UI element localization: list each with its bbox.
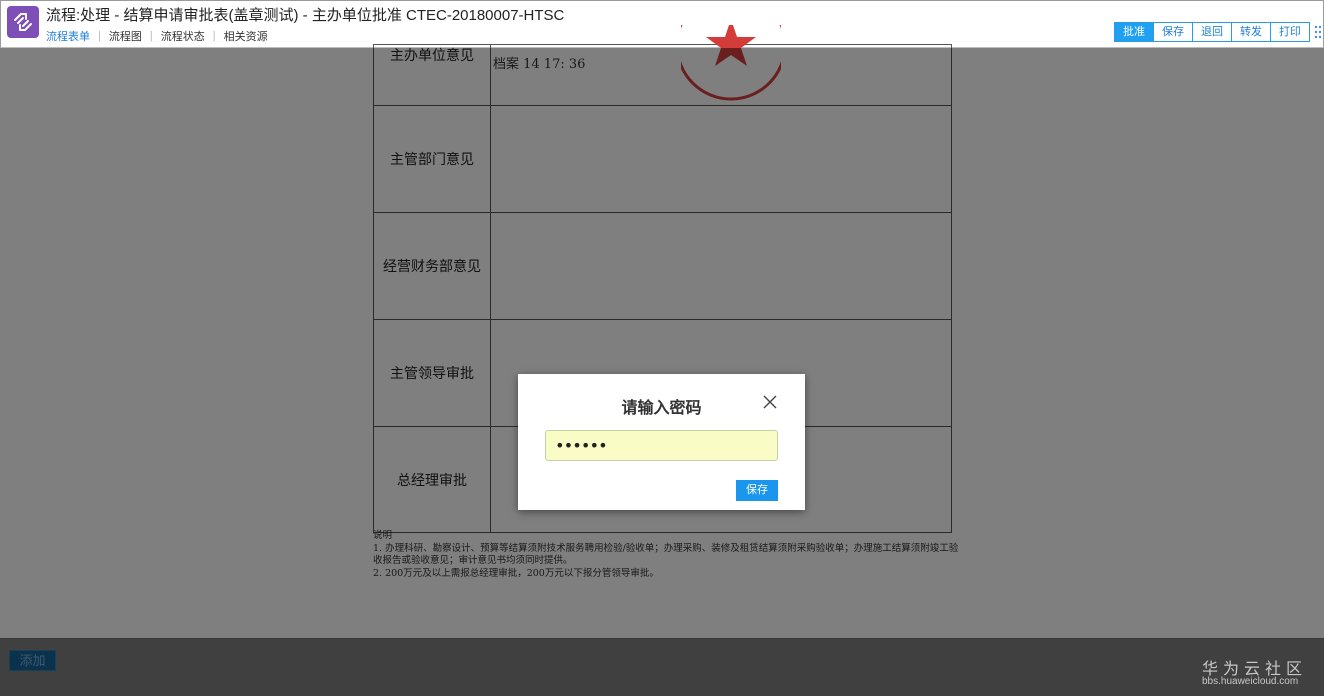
page-title: 流程:处理 - 结算申请审批表(盖章测试) - 主办单位批准 CTEC-2018… [46, 7, 565, 24]
workflow-logo-icon [7, 6, 39, 38]
close-icon[interactable] [763, 395, 777, 409]
forward-button[interactable]: 转发 [1231, 22, 1271, 42]
tab-form[interactable]: 流程表单 [46, 28, 90, 44]
dialog-title: 请输入密码 [621, 400, 702, 417]
return-button[interactable]: 退回 [1192, 22, 1232, 42]
tab-related-resources[interactable]: 相关资源 [224, 28, 268, 44]
nav-separator: | [212, 30, 216, 42]
app-header: 流程:处理 - 结算申请审批表(盖章测试) - 主办单位批准 CTEC-2018… [0, 0, 1324, 48]
tab-flow-status[interactable]: 流程状态 [161, 28, 205, 44]
watermark-url: bbs.huaweicloud.com [1202, 676, 1299, 687]
approve-button[interactable]: 批准 [1114, 22, 1154, 42]
password-input[interactable] [545, 430, 778, 461]
save-button[interactable]: 保存 [1153, 22, 1193, 42]
nav-separator: | [149, 30, 153, 42]
tab-flowchart[interactable]: 流程图 [109, 28, 142, 44]
print-button[interactable]: 打印 [1270, 22, 1310, 42]
password-dialog: 请输入密码 保存 [518, 374, 805, 510]
nav-tabs: 流程表单 | 流程图 | 流程状态 | 相关资源 [46, 28, 268, 44]
vertical-dots-icon[interactable] [1314, 25, 1322, 39]
dialog-save-button[interactable]: 保存 [736, 480, 778, 501]
modal-backdrop[interactable] [0, 48, 1324, 696]
nav-separator: | [98, 30, 101, 42]
action-toolbar: 批准 保存 退回 转发 打印 [1114, 22, 1310, 42]
